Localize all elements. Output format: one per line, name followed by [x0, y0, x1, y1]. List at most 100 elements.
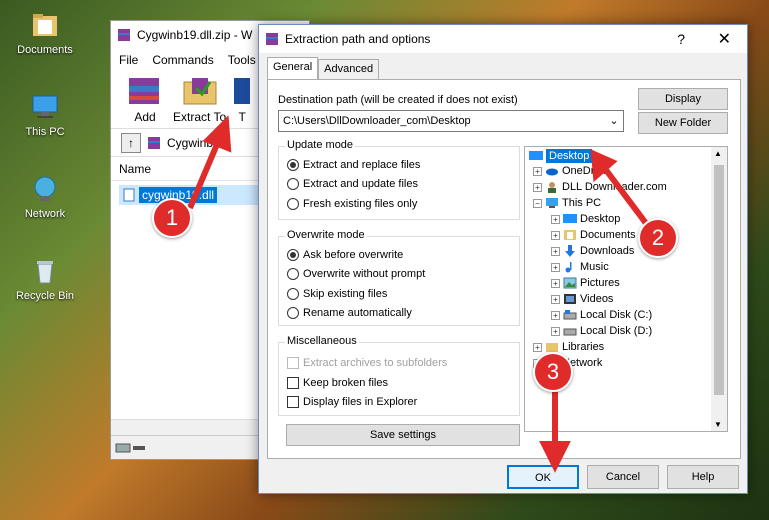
ok-button[interactable]: OK [507, 465, 579, 489]
tab-general[interactable]: General [267, 57, 319, 79]
checkbox-keep-broken[interactable]: Keep broken files [287, 377, 388, 389]
radio-button[interactable] [287, 178, 299, 190]
test-button[interactable]: T [234, 74, 251, 124]
expand-icon[interactable]: + [551, 294, 560, 304]
tree-item-local-disk-d[interactable]: + Local Disk (D:) [551, 325, 652, 337]
radio-button[interactable] [287, 159, 299, 171]
tab-strip: General Advanced [267, 57, 380, 79]
disk-icon [563, 310, 577, 320]
expand-icon[interactable]: + [551, 246, 560, 256]
scrollbar-thumb[interactable] [714, 165, 724, 395]
winrar-icon [118, 29, 130, 41]
option-label: Skip existing files [303, 288, 388, 300]
radio-button[interactable] [287, 288, 299, 300]
checkbox-display-explorer[interactable]: Display files in Explorer [287, 396, 417, 408]
close-icon[interactable]: ✕ [718, 29, 731, 49]
overwrite-mode-group: Overwrite mode Ask before overwrite Over… [278, 229, 520, 326]
radio-skip-existing[interactable]: Skip existing files [287, 288, 387, 300]
dll-file-icon [123, 188, 135, 202]
menu-file[interactable]: File [119, 53, 138, 67]
tree-item-documents[interactable]: + Documents [551, 229, 636, 241]
expand-icon[interactable]: + [551, 214, 560, 224]
save-settings-button[interactable]: Save settings [286, 424, 520, 446]
chevron-down-icon[interactable]: ⌄ [607, 111, 621, 131]
radio-ask-before-overwrite[interactable]: Ask before overwrite [287, 249, 403, 261]
extract-folder-icon [183, 78, 217, 105]
tree-label: Pictures [580, 277, 620, 289]
extract-to-button[interactable]: Extract To [173, 74, 226, 124]
scroll-down-icon[interactable]: ▼ [714, 420, 722, 429]
tree-label: Videos [580, 293, 614, 305]
desktop-icon-network[interactable]: Network [10, 174, 80, 220]
add-button[interactable]: Add [125, 74, 165, 124]
radio-fresh-existing[interactable]: Fresh existing files only [287, 198, 417, 210]
tree-item-desktop-root[interactable]: Desktop [529, 149, 593, 163]
radio-rename-automatically[interactable]: Rename automatically [287, 307, 412, 319]
display-button[interactable]: Display [638, 88, 728, 110]
update-mode-group: Update mode Extract and replace files Ex… [278, 139, 520, 220]
dialog-title-bar[interactable]: Extraction path and options ? ✕ [259, 25, 747, 53]
option-label: Rename automatically [303, 307, 412, 319]
help-button[interactable]: Help [667, 465, 739, 489]
radio-extract-update[interactable]: Extract and update files [287, 178, 418, 190]
desktop-icon-recycle-bin[interactable]: Recycle Bin [10, 256, 80, 302]
tree-item-libraries[interactable]: + Libraries [533, 341, 604, 353]
tree-item-music[interactable]: + Music [551, 261, 609, 273]
menu-tools[interactable]: Tools [228, 53, 256, 67]
tree-item-this-pc[interactable]: − This PC [533, 197, 601, 209]
expand-icon[interactable]: + [533, 166, 542, 176]
archive-icon [148, 136, 160, 149]
desktop-icon-documents[interactable]: Documents [10, 10, 80, 56]
tree-item-onedrive[interactable]: + OneDrive [533, 165, 608, 177]
archive-path[interactable]: Cygwinb19 [167, 136, 226, 150]
desktop-icon-label: Recycle Bin [15, 290, 75, 302]
winrar-title: Cygwinb19.dll.zip - W [137, 28, 253, 42]
destination-label: Destination path (will be created if doe… [278, 94, 518, 106]
up-folder-button[interactable]: ↑ [121, 132, 141, 153]
option-label: Ask before overwrite [303, 249, 404, 261]
help-icon[interactable]: ? [677, 31, 685, 47]
checkbox-extract-subfolders: Extract archives to subfolders [287, 357, 447, 369]
tree-item-downloads[interactable]: + Downloads [551, 245, 634, 257]
tab-advanced[interactable]: Advanced [318, 59, 380, 79]
radio-button[interactable] [287, 198, 299, 210]
cancel-button[interactable]: Cancel [587, 465, 659, 489]
tree-label: Music [580, 261, 609, 273]
desktop-icon-label: Network [24, 208, 66, 220]
folder-icon [33, 14, 57, 36]
new-folder-button[interactable]: New Folder [638, 112, 728, 134]
tree-item-dll-downloader[interactable]: + DLL Downloader.com [533, 181, 667, 193]
downloads-icon [565, 245, 575, 257]
tree-item-videos[interactable]: + Videos [551, 293, 613, 305]
desktop-icon-this-pc[interactable]: This PC [10, 92, 80, 138]
checkbox[interactable] [287, 377, 299, 389]
radio-button[interactable] [287, 249, 299, 261]
tree-label: Desktop [580, 213, 621, 225]
expand-icon[interactable]: + [533, 342, 542, 352]
checkbox[interactable] [287, 396, 299, 408]
scroll-up-icon[interactable]: ▲ [714, 149, 722, 158]
radio-button[interactable] [287, 307, 299, 319]
destination-path-value: C:\Users\DllDownloader_com\Desktop [283, 115, 471, 127]
dialog-title: Extraction path and options [285, 32, 431, 46]
tree-label: Local Disk (D:) [580, 325, 653, 337]
expand-icon[interactable]: + [551, 278, 560, 288]
tree-item-pictures[interactable]: + Pictures [551, 277, 620, 289]
collapse-icon[interactable]: − [533, 198, 542, 208]
radio-extract-replace[interactable]: Extract and replace files [287, 159, 420, 171]
test-label: T [238, 110, 246, 124]
expand-icon[interactable]: + [551, 326, 560, 336]
radio-overwrite-without-prompt[interactable]: Overwrite without prompt [287, 268, 425, 280]
tree-label: Downloads [580, 245, 635, 257]
radio-button[interactable] [287, 268, 299, 280]
tree-scrollbar[interactable]: ▲ ▼ [711, 147, 727, 431]
expand-icon[interactable]: + [551, 310, 560, 320]
tree-item-desktop[interactable]: + Desktop [551, 213, 620, 225]
menu-commands[interactable]: Commands [152, 53, 213, 67]
annotation-badge-3: 3 [533, 352, 573, 392]
destination-path-combobox[interactable]: C:\Users\DllDownloader_com\Desktop ⌄ [278, 110, 624, 132]
expand-icon[interactable]: + [533, 182, 542, 192]
tree-item-local-disk-c[interactable]: + Local Disk (C:) [551, 309, 652, 321]
expand-icon[interactable]: + [551, 262, 560, 272]
expand-icon[interactable]: + [551, 230, 560, 240]
